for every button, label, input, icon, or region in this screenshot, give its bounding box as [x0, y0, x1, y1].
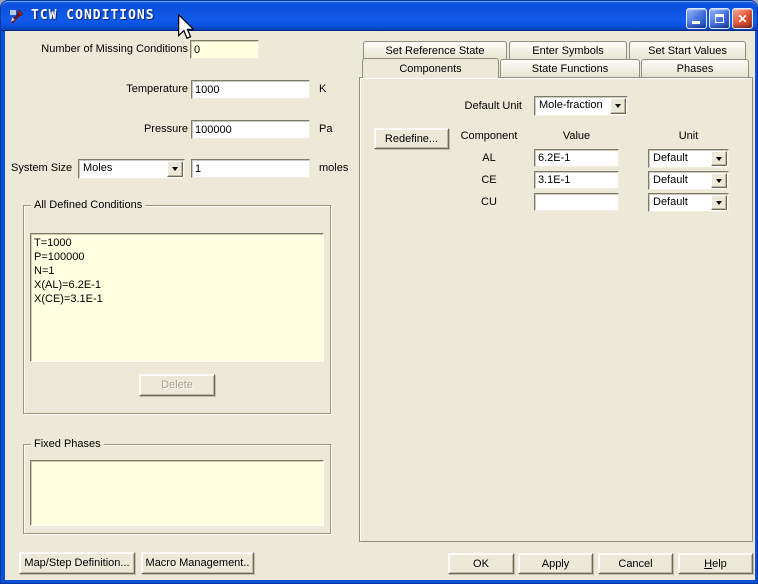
dropdown-arrow-icon	[716, 200, 722, 205]
dropdown-arrow-button[interactable]	[711, 173, 727, 188]
fixed-phases-group-label: Fixed Phases	[31, 438, 104, 450]
component-column-header: Component	[460, 130, 518, 142]
help-button[interactable]: Help	[678, 553, 753, 574]
temperature-label: Temperature	[126, 83, 188, 95]
delete-button-label: Delete	[161, 379, 193, 391]
minimize-icon	[692, 21, 700, 24]
delete-button[interactable]: Delete	[139, 374, 215, 396]
missing-conditions-field[interactable]	[190, 40, 259, 59]
macro-management-label: Macro Management..	[145, 557, 250, 569]
minimize-button[interactable]	[686, 8, 707, 29]
tab-state-functions[interactable]: State Functions	[500, 59, 640, 77]
dropdown-arrow-button[interactable]	[711, 151, 727, 166]
dropdown-arrow-icon	[615, 104, 621, 108]
window: TCW CONDITIONS ✕ Number of Missing Condi…	[0, 0, 758, 584]
temperature-unit: K	[319, 83, 327, 95]
temperature-field[interactable]	[191, 80, 310, 99]
maximize-icon	[715, 14, 724, 23]
system-size-label: System Size	[11, 162, 73, 174]
tab-phases[interactable]: Phases	[641, 59, 749, 77]
help-button-label: Help	[704, 557, 727, 570]
unit-column-header: Unit	[678, 130, 699, 142]
condition-item[interactable]: X(CE)=3.1E-1	[31, 292, 323, 306]
fixed-phases-group: Fixed Phases	[23, 438, 331, 534]
pressure-unit: Pa	[319, 123, 333, 135]
apply-button-label: Apply	[541, 557, 570, 570]
map-step-definition-button[interactable]: Map/Step Definition...	[19, 552, 135, 574]
component-unit-combobox-ce[interactable]: Default	[648, 171, 729, 190]
app-icon	[10, 9, 24, 24]
pressure-field[interactable]	[191, 120, 310, 139]
tab-enter-symbols[interactable]: Enter Symbols	[509, 41, 627, 59]
dialog-body: Number of Missing Conditions Temperature…	[5, 31, 755, 580]
component-unit-combobox-cu[interactable]: Default	[648, 193, 729, 212]
condition-item[interactable]: T=1000	[31, 236, 323, 250]
unit-selected: Default	[653, 152, 688, 164]
window-title: TCW CONDITIONS	[31, 8, 155, 23]
condition-item[interactable]: N=1	[31, 264, 323, 278]
component-name: CU	[481, 196, 497, 208]
redefine-button[interactable]: Redefine...	[374, 128, 449, 149]
default-unit-label: Default Unit	[464, 100, 522, 112]
fixed-phases-listbox[interactable]	[30, 460, 324, 526]
system-size-combobox[interactable]: Moles	[78, 159, 185, 179]
redefine-button-label: Redefine...	[384, 132, 439, 145]
component-unit-combobox-al[interactable]: Default	[648, 149, 729, 168]
condition-item[interactable]: X(AL)=6.2E-1	[31, 278, 323, 292]
tab-set-start-values[interactable]: Set Start Values	[629, 41, 746, 59]
system-size-field[interactable]	[191, 159, 310, 178]
map-step-definition-label: Map/Step Definition...	[24, 557, 130, 569]
close-button[interactable]: ✕	[732, 8, 753, 29]
dropdown-arrow-icon	[172, 167, 178, 171]
ok-button-label: OK	[473, 557, 489, 570]
default-unit-selected: Mole-fraction	[539, 99, 603, 111]
cancel-button[interactable]: Cancel	[598, 553, 673, 574]
system-size-selected: Moles	[83, 162, 113, 174]
component-name: AL	[482, 152, 496, 164]
dropdown-arrow-button[interactable]	[167, 161, 183, 177]
tab-components[interactable]: Components	[362, 58, 499, 78]
dropdown-arrow-button[interactable]	[711, 195, 727, 210]
cancel-button-label: Cancel	[618, 557, 653, 570]
tab-set-reference-state[interactable]: Set Reference State	[363, 41, 507, 59]
titlebar[interactable]: TCW CONDITIONS ✕	[1, 1, 757, 31]
defined-conditions-group: All Defined Conditions T=1000 P=100000 N…	[23, 199, 331, 414]
apply-button[interactable]: Apply	[518, 553, 593, 574]
dropdown-arrow-icon	[716, 156, 722, 161]
component-value-field-ce[interactable]	[534, 171, 619, 189]
defined-conditions-listbox[interactable]: T=1000 P=100000 N=1 X(AL)=6.2E-1 X(CE)=3…	[30, 233, 324, 362]
system-size-unit: moles	[319, 162, 349, 174]
dropdown-arrow-button[interactable]	[610, 98, 626, 114]
dropdown-arrow-icon	[716, 178, 722, 183]
close-icon: ✕	[737, 11, 748, 26]
unit-selected: Default	[653, 196, 688, 208]
maximize-button[interactable]	[709, 8, 730, 29]
component-value-field-al[interactable]	[534, 149, 619, 167]
defined-conditions-group-label: All Defined Conditions	[31, 199, 146, 211]
missing-conditions-label: Number of Missing Conditions	[41, 43, 188, 55]
component-value-field-cu[interactable]	[534, 193, 619, 211]
default-unit-combobox[interactable]: Mole-fraction	[534, 96, 628, 116]
macro-management-button[interactable]: Macro Management..	[141, 552, 254, 574]
component-name: CE	[481, 174, 497, 186]
unit-selected: Default	[653, 174, 688, 186]
condition-item[interactable]: P=100000	[31, 250, 323, 264]
pressure-label: Pressure	[143, 123, 188, 135]
ok-button[interactable]: OK	[448, 553, 514, 574]
value-column-header: Value	[562, 130, 591, 142]
